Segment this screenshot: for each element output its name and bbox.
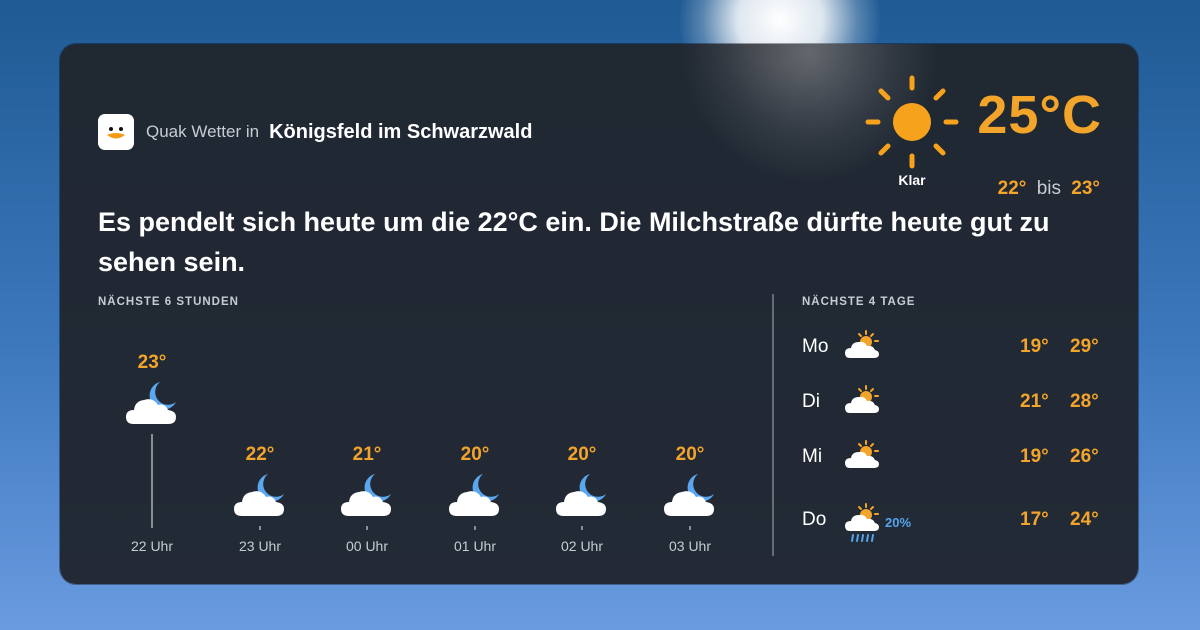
daily-title: NÄCHSTE 4 TAGE	[802, 296, 916, 308]
location-title[interactable]: Königsfeld im Schwarzwald	[269, 121, 532, 144]
hourly-temp: 23°	[137, 352, 167, 373]
hourly-item: 20°	[542, 444, 622, 525]
cloud-moon-icon	[650, 472, 730, 525]
cloud-moon-icon	[435, 472, 515, 525]
hourly-temp: 22°	[245, 444, 275, 465]
hourly-stem	[474, 526, 476, 530]
sun-cloud-icon	[844, 385, 880, 422]
section-divider	[772, 294, 774, 556]
day-min-temp: 17°	[1020, 509, 1049, 530]
day-name: Mi	[802, 446, 823, 467]
range-max: 23°	[1071, 178, 1100, 199]
hourly-time: 03 Uhr	[668, 538, 712, 554]
sun-icon	[862, 72, 962, 177]
cloud-moon-icon	[542, 472, 622, 525]
hourly-stem	[259, 526, 261, 530]
sun-cloud-icon	[844, 330, 880, 367]
hourly-time: 01 Uhr	[453, 538, 497, 554]
hourly-temp: 20°	[460, 444, 490, 465]
weather-summary: Es pendelt sich heute um die 22°C ein. D…	[98, 207, 1050, 277]
hourly-temp: 20°	[567, 444, 597, 465]
hourly-item: 20°	[435, 444, 515, 525]
day-name: Di	[802, 391, 820, 412]
rain-probability: 20%	[885, 515, 912, 530]
hourly-time: 00 Uhr	[345, 538, 389, 554]
day-min-temp: 19°	[1020, 446, 1049, 467]
hourly-item: 21°	[327, 444, 407, 525]
sun-cloud-icon	[844, 440, 880, 477]
range-word: bis	[1036, 178, 1061, 199]
day-min-temp: 19°	[1020, 336, 1049, 357]
condition-label: Klar	[898, 172, 926, 188]
day-max-temp: 24°	[1070, 509, 1099, 530]
cloud-moon-icon	[327, 472, 407, 525]
hourly-time: 23 Uhr	[238, 538, 282, 554]
sun-cloud-rain-icon	[844, 503, 880, 552]
hourly-stem	[366, 526, 368, 530]
hourly-title: NÄCHSTE 6 STUNDEN	[98, 296, 239, 308]
temperature-range: 22° bis 23°	[998, 178, 1100, 200]
hourly-time: 02 Uhr	[560, 538, 604, 554]
range-min: 22°	[997, 178, 1027, 199]
hourly-item: 20°	[650, 444, 730, 525]
weather-card: Quak Wetter in Königsfeld im Schwarzwald…	[60, 44, 1138, 584]
hourly-item: 22°	[220, 444, 300, 525]
day-min-temp: 21°	[1020, 391, 1049, 412]
hourly-temp: 20°	[675, 444, 705, 465]
hourly-stem	[151, 434, 153, 528]
hourly-time: 22 Uhr	[130, 538, 174, 554]
day-max-temp: 29°	[1070, 336, 1099, 357]
day-name: Mo	[802, 336, 829, 357]
day-name: Do	[802, 509, 827, 530]
current-weather: Klar 25°C 22° bis 23°	[862, 72, 1102, 202]
cloud-moon-icon	[112, 380, 192, 433]
brand-label: Quak Wetter in	[146, 122, 260, 141]
day-max-temp: 26°	[1070, 446, 1099, 467]
duck-logo-icon[interactable]	[98, 114, 134, 150]
hourly-item: 23°	[112, 352, 192, 433]
hourly-stem	[689, 526, 691, 530]
day-max-temp: 28°	[1070, 391, 1099, 412]
header: Quak Wetter in Königsfeld im Schwarzwald	[98, 114, 532, 150]
hourly-stem	[581, 526, 583, 530]
current-temperature: 25°C	[977, 85, 1102, 145]
hourly-temp: 21°	[352, 444, 382, 465]
cloud-moon-icon	[220, 472, 300, 525]
